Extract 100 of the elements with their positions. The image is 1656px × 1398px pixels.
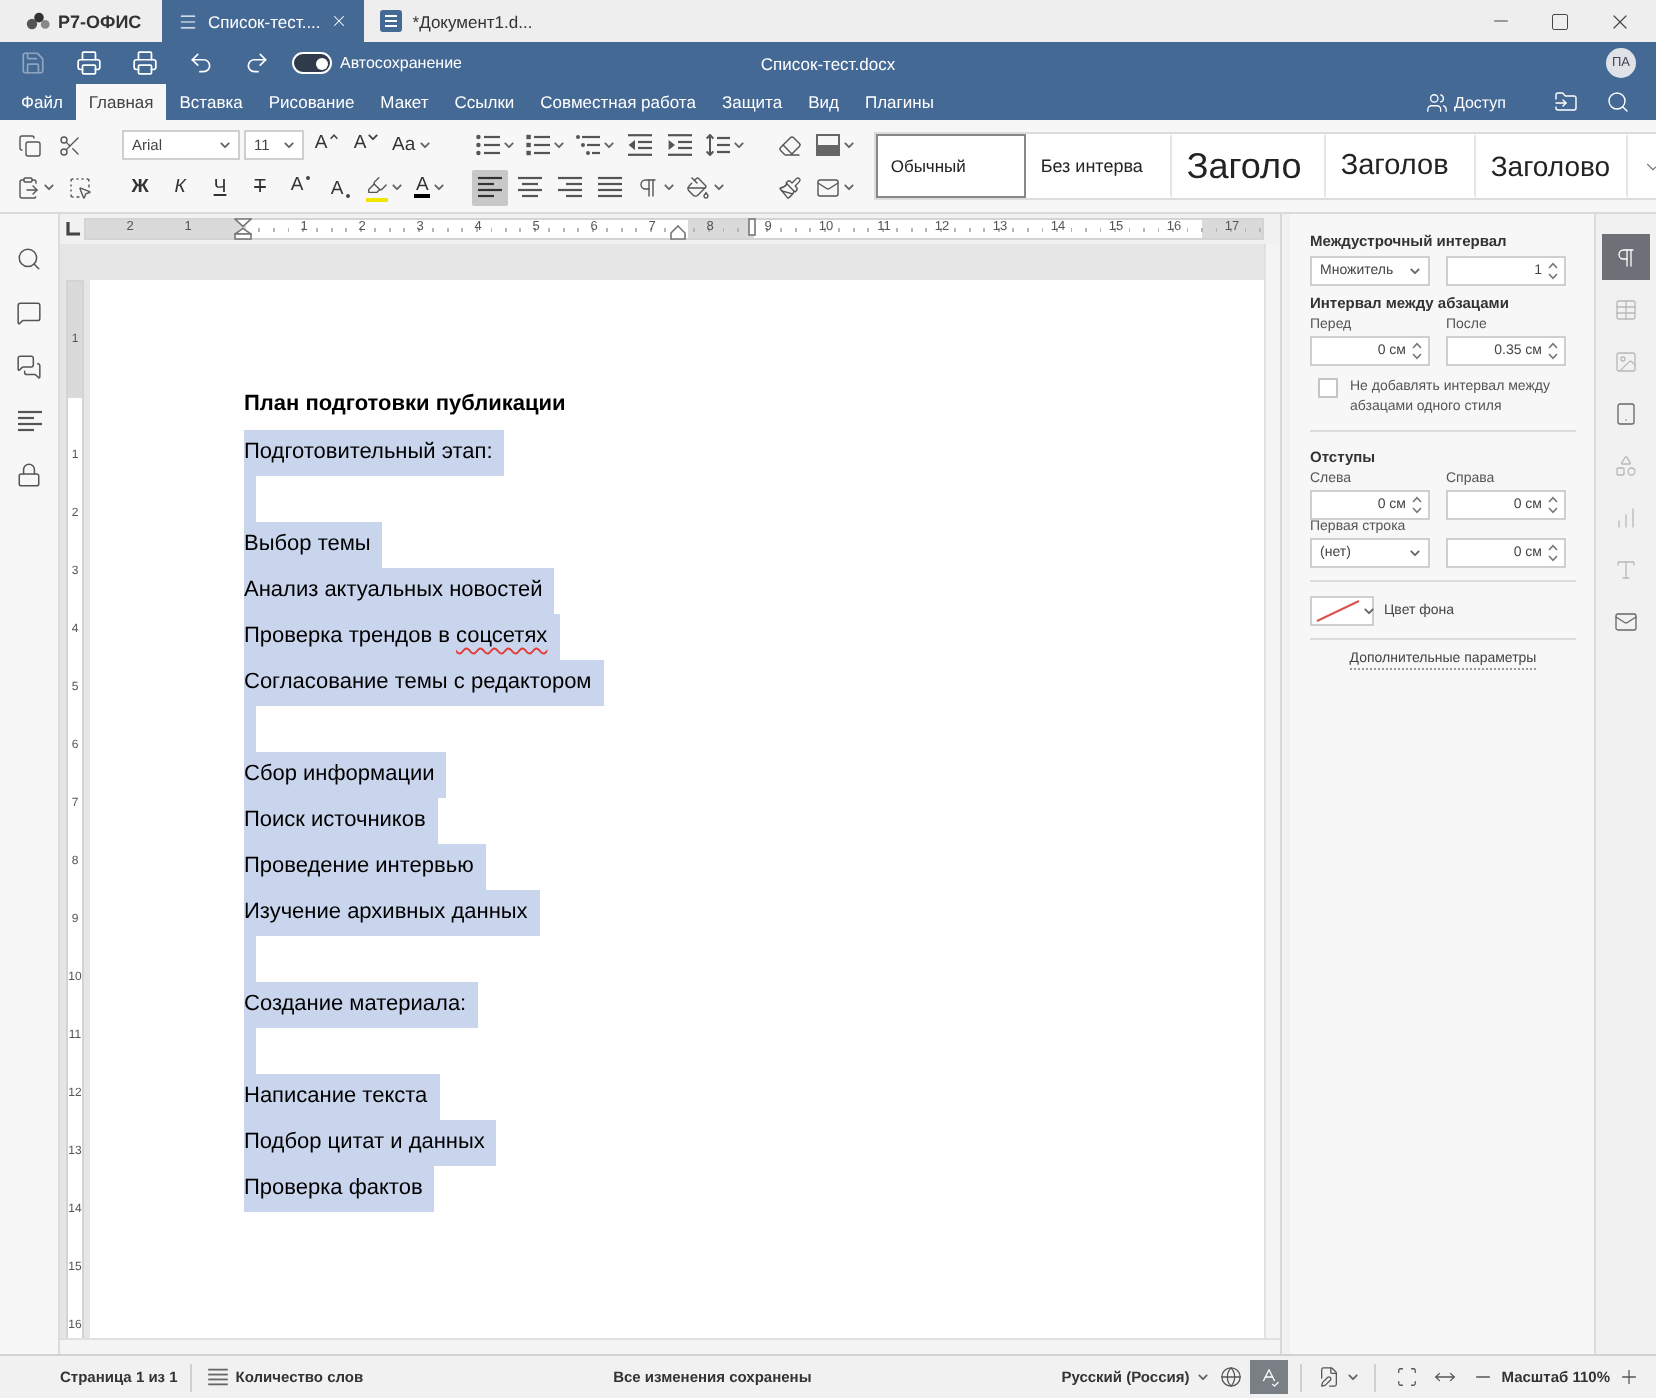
- eraser-icon: [778, 133, 803, 157]
- paste-icon: [16, 175, 40, 199]
- align-left-button[interactable]: [472, 169, 509, 205]
- caret-up-icon: [329, 134, 338, 140]
- fit-page-icon: [1395, 1366, 1418, 1388]
- document-tab[interactable]: *Документ1.d...: [364, 0, 549, 42]
- vertical-scrollbar[interactable]: [1264, 244, 1280, 1338]
- font-color-button[interactable]: A: [410, 169, 449, 205]
- caret-icon: [504, 142, 515, 148]
- strikethrough-button[interactable]: Т: [242, 169, 278, 205]
- subscript-button[interactable]: A: [322, 169, 358, 205]
- spellcheck-button[interactable]: [1249, 1360, 1288, 1394]
- chat-icon: [16, 353, 42, 379]
- spellcheck-icon: [1257, 1366, 1280, 1388]
- menu-tab[interactable]: Ссылки: [441, 84, 528, 120]
- caret-icon: [1410, 268, 1420, 274]
- caret-icon: [664, 184, 675, 190]
- paragraph-text: Согласование темы с редактором: [244, 660, 604, 706]
- paintbrush-icon: [778, 175, 803, 199]
- caret-icon: [284, 142, 294, 148]
- shading-icon: [816, 134, 841, 156]
- table-icon: [1614, 297, 1638, 321]
- search-icon: [16, 245, 42, 271]
- plus-icon: [1618, 1366, 1640, 1388]
- column-marker-icon[interactable]: [748, 218, 756, 236]
- printer-icon: [75, 50, 101, 76]
- paragraph-text: Проведение интервью: [244, 844, 486, 890]
- change-case-button[interactable]: Aa: [388, 127, 434, 163]
- maximize-icon: [1550, 11, 1570, 31]
- save-icon: [19, 50, 45, 76]
- caret-icon: [554, 142, 565, 148]
- caret-icon: [1197, 1374, 1208, 1380]
- caret-icon: [419, 142, 430, 148]
- grow-font-button[interactable]: A: [308, 127, 344, 163]
- menu-tab[interactable]: Макет: [367, 84, 442, 120]
- selection-icon: [68, 175, 92, 199]
- menu-tab[interactable]: Плагины: [851, 84, 947, 120]
- caret-icon: [392, 184, 402, 190]
- paragraph-text: Анализ актуальных новостей: [244, 568, 555, 614]
- document-heading: План подготовки публикации: [244, 390, 566, 420]
- pilcrow-icon: [1614, 245, 1638, 269]
- style-preset[interactable]: Заголо: [1172, 134, 1327, 198]
- menu-tab[interactable]: Главная: [75, 84, 167, 120]
- paragraph-text: Подбор цитат и данных: [244, 1120, 497, 1166]
- checkbox[interactable]: [1318, 378, 1338, 398]
- caret-icon: [368, 134, 379, 140]
- menu-tab[interactable]: Вставка: [166, 84, 256, 120]
- close-icon: [330, 12, 349, 30]
- bold-button[interactable]: Ж: [122, 169, 158, 205]
- style-preset[interactable]: Обычный: [876, 134, 1027, 198]
- menu-icon: [178, 11, 198, 31]
- caret-icon: [220, 142, 230, 148]
- image-icon: [1614, 349, 1638, 373]
- paint-bucket-icon: [686, 175, 711, 199]
- underline-button[interactable]: Ч: [202, 169, 238, 205]
- indent-marker-icon[interactable]: [234, 218, 252, 240]
- shrink-font-button[interactable]: A: [348, 127, 384, 163]
- paragraph-text: Проверка трендов в соцсетях: [244, 614, 560, 660]
- autosave-toggle[interactable]: [292, 52, 332, 74]
- caret-icon: [714, 184, 725, 190]
- align-center-icon: [518, 176, 543, 198]
- menu-tab[interactable]: Файл: [8, 84, 76, 120]
- pilcrow-icon: [636, 175, 661, 199]
- italic-button[interactable]: К: [162, 169, 198, 205]
- tab-stop-icon[interactable]: [65, 222, 79, 236]
- paragraph-text: Проверка фактов: [244, 1166, 435, 1212]
- decrease-indent-icon: [628, 134, 653, 156]
- multilevel-list-icon: [576, 134, 601, 156]
- caret-icon: [734, 142, 745, 148]
- caret-icon: [604, 142, 615, 148]
- paragraph-settings-button[interactable]: [1602, 234, 1650, 280]
- style-preset[interactable]: Без интерва: [1026, 134, 1173, 198]
- list-icon: [17, 409, 41, 431]
- horizontal-scrollbar[interactable]: [60, 1338, 1280, 1354]
- scissors-icon: [58, 133, 82, 157]
- menu-tab[interactable]: Рисование: [255, 84, 368, 120]
- document-tab[interactable]: Список-тест....: [162, 0, 365, 42]
- caret-icon: [844, 184, 855, 190]
- align-right-icon: [558, 176, 583, 198]
- paragraph-text: Подготовительный этап:: [244, 430, 505, 476]
- share-button[interactable]: Доступ: [1417, 86, 1514, 118]
- menu-tab[interactable]: Защита: [708, 84, 796, 120]
- caret-icon: [1410, 550, 1420, 556]
- menu-tab[interactable]: Вид: [795, 84, 852, 120]
- menu-tab[interactable]: Совместная работа: [527, 84, 709, 120]
- spin-arrows-icon: [1412, 342, 1422, 360]
- redo-icon: [243, 50, 269, 76]
- list-icon: [526, 134, 551, 156]
- lines-icon: [207, 1368, 228, 1386]
- style-preset[interactable]: Заголово: [1476, 134, 1629, 198]
- undo-icon: [187, 50, 213, 76]
- people-icon: [1425, 91, 1448, 113]
- paragraph-text: Изучение архивных данных: [244, 890, 540, 936]
- bullet-list-icon: [476, 134, 501, 156]
- superscript-button[interactable]: A: [282, 169, 318, 205]
- spin-arrows-icon: [1548, 262, 1558, 280]
- file-pen-icon: [1317, 1366, 1340, 1388]
- style-preset[interactable]: Заголов: [1326, 134, 1477, 198]
- background-color-button[interactable]: [1310, 596, 1374, 626]
- increase-indent-icon: [668, 134, 693, 156]
